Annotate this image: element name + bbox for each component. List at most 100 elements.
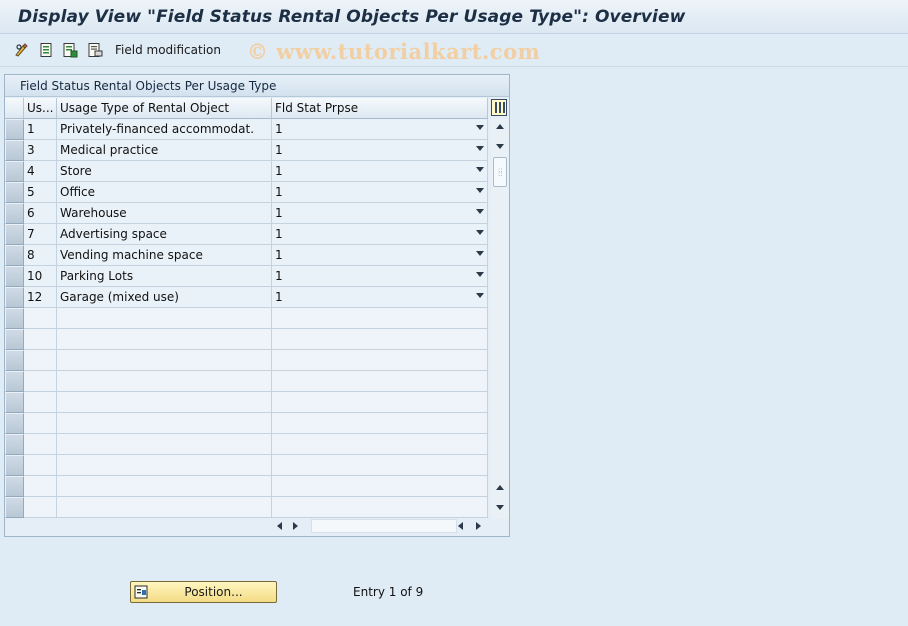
- scroll-left-icon[interactable]: [277, 522, 282, 530]
- empty-table-row: [5, 476, 488, 497]
- fld-stat-prpse-dropdown[interactable]: 1: [272, 245, 488, 266]
- empty-cell[interactable]: [272, 308, 488, 329]
- print-list-icon[interactable]: [87, 42, 103, 58]
- empty-cell[interactable]: [57, 329, 272, 350]
- empty-cell[interactable]: [57, 413, 272, 434]
- empty-cell[interactable]: [272, 476, 488, 497]
- empty-cell[interactable]: [24, 392, 57, 413]
- column-header-fld-stat-prpse[interactable]: Fld Stat Prpse: [272, 98, 488, 119]
- empty-cell[interactable]: [57, 371, 272, 392]
- edit-glasses-icon[interactable]: [14, 42, 30, 58]
- row-selector[interactable]: [5, 497, 24, 518]
- scroll-down-icon[interactable]: [496, 144, 504, 149]
- fld-stat-prpse-dropdown[interactable]: 1: [272, 161, 488, 182]
- empty-cell[interactable]: [57, 308, 272, 329]
- empty-cell[interactable]: [57, 392, 272, 413]
- scroll-right-icon[interactable]: [293, 522, 298, 530]
- column-header-usage-type[interactable]: Usage Type of Rental Object: [57, 98, 272, 119]
- empty-cell[interactable]: [57, 350, 272, 371]
- empty-table-row: [5, 308, 488, 329]
- empty-table-row: [5, 329, 488, 350]
- fld-stat-prpse-dropdown[interactable]: 1: [272, 140, 488, 161]
- empty-cell[interactable]: [24, 371, 57, 392]
- fld-stat-prpse-dropdown[interactable]: 1: [272, 266, 488, 287]
- empty-table-row: [5, 371, 488, 392]
- empty-cell[interactable]: [24, 329, 57, 350]
- scroll-up-icon[interactable]: [496, 124, 504, 129]
- empty-cell[interactable]: [57, 497, 272, 518]
- scroll-right-end-icon[interactable]: [476, 522, 481, 530]
- column-header-usage-code[interactable]: Us...: [24, 98, 57, 119]
- scroll-page-up-icon[interactable]: [496, 485, 504, 490]
- horizontal-scroll-track[interactable]: [311, 519, 457, 533]
- row-selector[interactable]: [5, 119, 24, 140]
- row-selector[interactable]: [5, 308, 24, 329]
- row-selector[interactable]: [5, 455, 24, 476]
- empty-cell[interactable]: [24, 434, 57, 455]
- empty-cell[interactable]: [272, 329, 488, 350]
- row-selector[interactable]: [5, 203, 24, 224]
- empty-cell[interactable]: [272, 497, 488, 518]
- vertical-scrollbar[interactable]: ::::: [491, 119, 509, 519]
- fld-stat-prpse-value: 1: [275, 122, 283, 136]
- row-selector[interactable]: [5, 161, 24, 182]
- dropdown-arrow-icon[interactable]: [476, 188, 484, 193]
- empty-cell[interactable]: [272, 392, 488, 413]
- fld-stat-prpse-dropdown[interactable]: 1: [272, 224, 488, 245]
- usage-code-cell: 7: [24, 224, 57, 245]
- scroll-left-end-icon[interactable]: [458, 522, 463, 530]
- fld-stat-prpse-dropdown[interactable]: 1: [272, 182, 488, 203]
- empty-cell[interactable]: [272, 455, 488, 476]
- row-selector[interactable]: [5, 392, 24, 413]
- dropdown-arrow-icon[interactable]: [476, 167, 484, 172]
- dropdown-arrow-icon[interactable]: [476, 230, 484, 235]
- dropdown-arrow-icon[interactable]: [476, 293, 484, 298]
- scroll-thumb[interactable]: ::::: [493, 157, 507, 187]
- dropdown-arrow-icon[interactable]: [476, 272, 484, 277]
- save-list-icon[interactable]: [62, 42, 78, 58]
- empty-cell[interactable]: [57, 455, 272, 476]
- dropdown-arrow-icon[interactable]: [476, 251, 484, 256]
- fld-stat-prpse-value: 1: [275, 227, 283, 241]
- dropdown-arrow-icon[interactable]: [476, 146, 484, 151]
- row-selector[interactable]: [5, 287, 24, 308]
- empty-cell[interactable]: [272, 350, 488, 371]
- empty-table-row: [5, 392, 488, 413]
- empty-cell[interactable]: [57, 476, 272, 497]
- empty-cell[interactable]: [57, 434, 272, 455]
- table-settings-icon[interactable]: [491, 99, 507, 116]
- row-selector[interactable]: [5, 245, 24, 266]
- row-selector[interactable]: [5, 224, 24, 245]
- dropdown-arrow-icon[interactable]: [476, 209, 484, 214]
- row-selector[interactable]: [5, 329, 24, 350]
- fld-stat-prpse-dropdown[interactable]: 1: [272, 287, 488, 308]
- table-row: 8 Vending machine space 1: [5, 245, 488, 266]
- row-selector[interactable]: [5, 182, 24, 203]
- fld-stat-prpse-value: 1: [275, 143, 283, 157]
- position-button[interactable]: Position...: [130, 581, 277, 603]
- empty-cell[interactable]: [24, 455, 57, 476]
- empty-cell[interactable]: [272, 413, 488, 434]
- usage-type-cell: Parking Lots: [57, 266, 272, 287]
- row-selector[interactable]: [5, 350, 24, 371]
- row-selector[interactable]: [5, 140, 24, 161]
- empty-cell[interactable]: [24, 308, 57, 329]
- row-selector[interactable]: [5, 413, 24, 434]
- empty-cell[interactable]: [24, 350, 57, 371]
- dropdown-arrow-icon[interactable]: [476, 125, 484, 130]
- scroll-page-down-icon[interactable]: [496, 505, 504, 510]
- empty-cell[interactable]: [24, 497, 57, 518]
- fld-stat-prpse-dropdown[interactable]: 1: [272, 119, 488, 140]
- empty-cell[interactable]: [272, 371, 488, 392]
- row-selector[interactable]: [5, 266, 24, 287]
- fld-stat-prpse-dropdown[interactable]: 1: [272, 203, 488, 224]
- row-selector[interactable]: [5, 434, 24, 455]
- select-all-cell[interactable]: [5, 98, 24, 119]
- empty-cell[interactable]: [24, 476, 57, 497]
- empty-cell[interactable]: [272, 434, 488, 455]
- field-modification-button[interactable]: Field modification: [115, 43, 221, 57]
- details-icon[interactable]: [38, 42, 54, 58]
- empty-cell[interactable]: [24, 413, 57, 434]
- row-selector[interactable]: [5, 371, 24, 392]
- row-selector[interactable]: [5, 476, 24, 497]
